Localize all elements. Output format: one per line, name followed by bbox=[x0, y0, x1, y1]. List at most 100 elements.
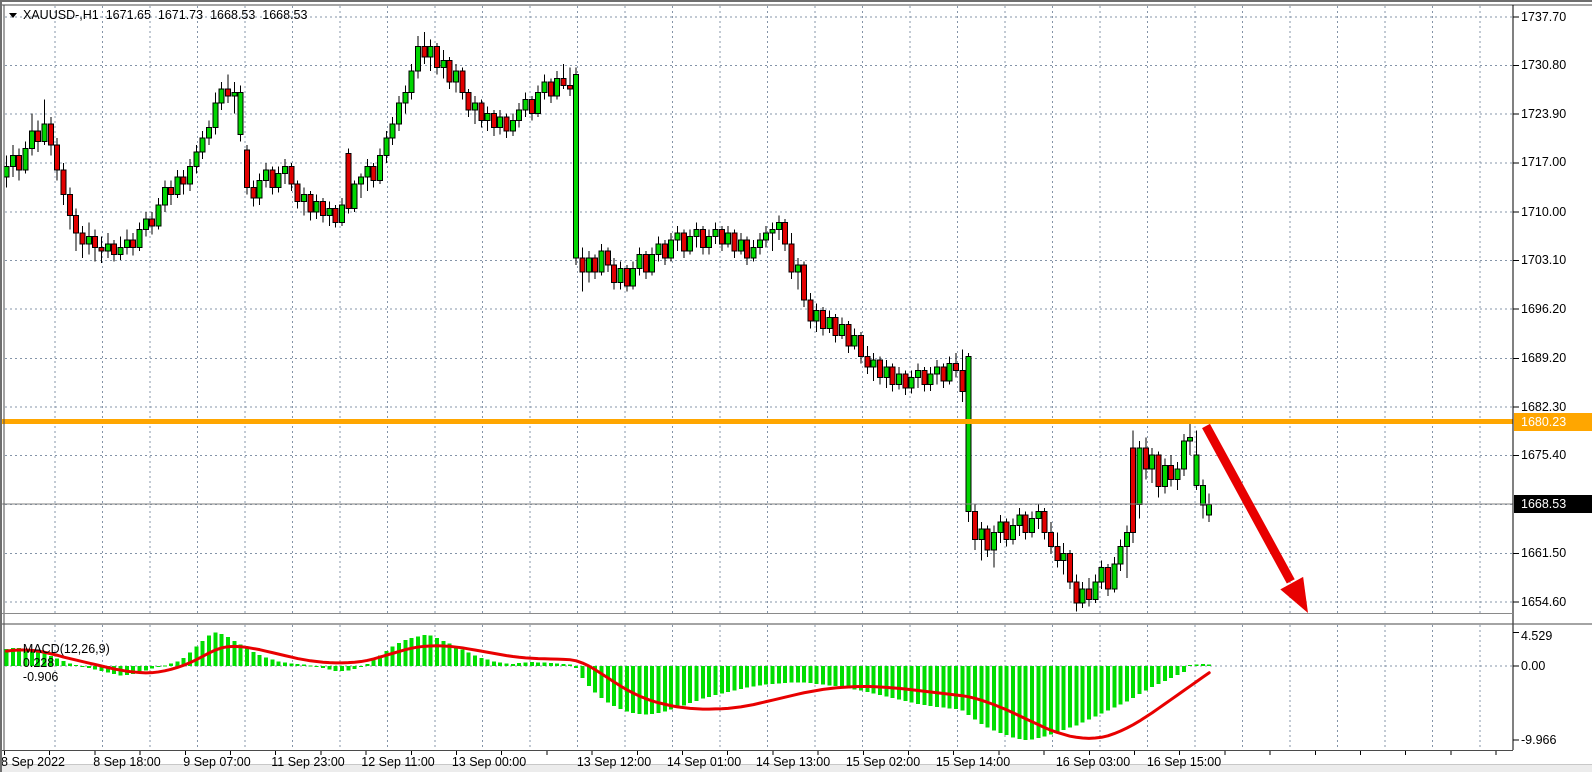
candle bbox=[219, 89, 224, 103]
chart-dropdown-icon[interactable] bbox=[9, 13, 17, 18]
macd-histogram-bar bbox=[1157, 666, 1161, 684]
candle bbox=[428, 47, 433, 58]
candle bbox=[960, 371, 965, 392]
candle bbox=[251, 187, 256, 198]
candle bbox=[643, 254, 648, 272]
candle bbox=[605, 251, 610, 265]
candle bbox=[624, 268, 629, 286]
macd-axis-label: 4.529 bbox=[1521, 629, 1552, 644]
macd-histogram-bar bbox=[251, 652, 255, 666]
candle bbox=[1036, 511, 1041, 518]
macd-histogram-bar bbox=[992, 666, 996, 731]
macd-histogram-bar bbox=[979, 666, 983, 724]
candle bbox=[371, 166, 376, 180]
candle bbox=[270, 170, 275, 188]
macd-histogram-bar bbox=[562, 664, 566, 666]
candle bbox=[447, 61, 452, 82]
candle bbox=[827, 318, 832, 329]
macd-histogram-bar bbox=[644, 666, 648, 714]
macd-histogram-bar bbox=[872, 666, 876, 693]
macd-histogram-bar bbox=[612, 666, 616, 706]
candle bbox=[764, 233, 769, 240]
macd-histogram-bar bbox=[713, 666, 717, 695]
candle bbox=[86, 237, 91, 244]
candle bbox=[580, 258, 585, 272]
macd-histogram-bar bbox=[308, 665, 312, 666]
macd-histogram-bar bbox=[435, 638, 439, 666]
candle bbox=[390, 124, 395, 138]
macd-histogram-bar bbox=[555, 663, 559, 666]
candle bbox=[105, 244, 110, 251]
macd-histogram-bar bbox=[568, 665, 572, 666]
candle bbox=[523, 99, 528, 110]
macd-histogram-bar bbox=[948, 666, 952, 708]
macd-histogram-bar bbox=[1138, 666, 1142, 694]
macd-histogram-bar bbox=[327, 666, 331, 670]
price-axis-label: 1730.80 bbox=[1521, 58, 1566, 73]
macd-histogram-bar bbox=[1093, 666, 1097, 716]
macd-histogram-bar bbox=[682, 666, 686, 705]
candle bbox=[276, 173, 281, 187]
candle bbox=[618, 268, 623, 282]
candle bbox=[131, 240, 136, 247]
macd-histogram-bar bbox=[1195, 665, 1199, 666]
macd-histogram-bar bbox=[1201, 664, 1205, 666]
candle bbox=[156, 205, 161, 226]
candle bbox=[295, 184, 300, 202]
candle bbox=[688, 237, 693, 251]
candle bbox=[42, 124, 47, 142]
macd-histogram-bar bbox=[581, 666, 585, 678]
candle bbox=[4, 166, 9, 177]
candle bbox=[935, 367, 940, 374]
chart-canvas[interactable] bbox=[2, 2, 1592, 772]
macd-signal-value: -0.906 bbox=[23, 670, 58, 684]
candle bbox=[1124, 532, 1129, 546]
candle bbox=[1023, 515, 1028, 533]
macd-histogram-bar bbox=[707, 666, 711, 697]
candle bbox=[998, 522, 1003, 533]
macd-histogram-bar bbox=[429, 636, 433, 666]
candle bbox=[118, 247, 123, 254]
candle bbox=[352, 184, 357, 209]
macd-value: 0.228 bbox=[23, 656, 54, 670]
macd-histogram-bar bbox=[334, 666, 338, 671]
candle bbox=[548, 82, 553, 96]
candle bbox=[795, 265, 800, 272]
macd-histogram-bar bbox=[353, 666, 357, 669]
macd-histogram-bar bbox=[903, 666, 907, 701]
candle bbox=[694, 230, 699, 237]
macd-histogram-bar bbox=[1176, 666, 1180, 675]
macd-histogram-bar bbox=[169, 663, 173, 666]
candle bbox=[542, 82, 547, 93]
candle bbox=[1086, 589, 1091, 600]
macd-histogram-bar bbox=[669, 666, 673, 709]
candle bbox=[1207, 504, 1212, 515]
candle bbox=[776, 223, 781, 230]
macd-histogram-bar bbox=[606, 666, 610, 702]
candle bbox=[200, 138, 205, 152]
orange-level-price-tag: 1680.23 bbox=[1514, 413, 1592, 431]
current-price-tag: 1668.53 bbox=[1514, 495, 1592, 513]
macd-histogram-bar bbox=[954, 666, 958, 709]
macd-histogram-bar bbox=[283, 663, 287, 666]
candle bbox=[434, 47, 439, 68]
candle bbox=[916, 371, 921, 378]
price-axis-label: 1661.50 bbox=[1521, 546, 1566, 561]
macd-histogram-bar bbox=[1144, 666, 1148, 691]
macd-histogram-bar bbox=[403, 640, 407, 666]
candle bbox=[751, 247, 756, 258]
macd-histogram-bar bbox=[751, 666, 755, 686]
candle bbox=[612, 265, 617, 283]
macd-histogram-bar bbox=[1036, 666, 1040, 738]
macd-histogram-bar bbox=[694, 666, 698, 701]
candle bbox=[213, 103, 218, 128]
macd-histogram-bar bbox=[391, 647, 395, 666]
candle bbox=[321, 202, 326, 216]
candle bbox=[593, 258, 598, 272]
candle bbox=[567, 85, 572, 89]
macd-histogram-bar bbox=[270, 660, 274, 666]
candle bbox=[365, 166, 370, 177]
macd-histogram-bar bbox=[1055, 666, 1059, 732]
macd-histogram-bar bbox=[770, 666, 774, 684]
candle bbox=[631, 268, 636, 286]
